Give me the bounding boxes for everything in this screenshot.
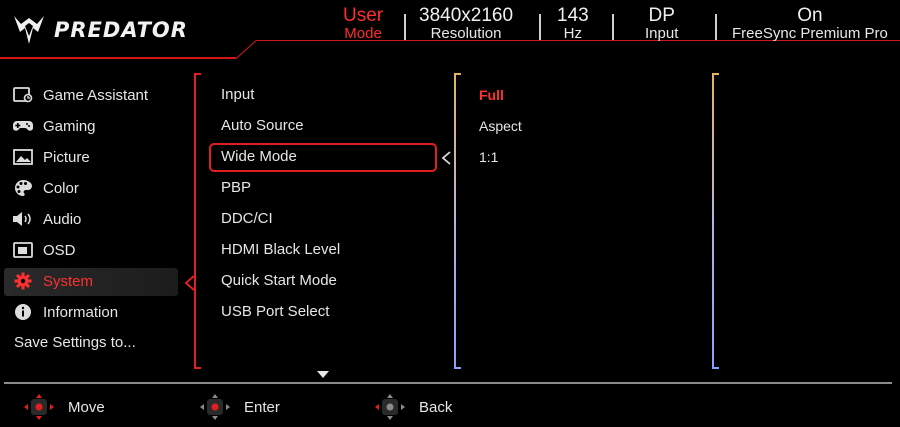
menu-item-information[interactable]: Information <box>12 303 118 321</box>
info-icon <box>12 303 34 321</box>
menu-item-label: Color <box>43 179 79 197</box>
submenu-item-quick-start-mode[interactable]: Quick Start Mode <box>221 272 337 289</box>
footer-back-label: Back <box>419 398 453 416</box>
picture-icon <box>12 148 34 166</box>
status-mode-value: User <box>343 5 384 26</box>
submenu-chevron-icon <box>441 151 451 165</box>
osd-icon <box>12 241 34 259</box>
status-separator <box>715 14 717 40</box>
submenu-left-bracket <box>194 73 201 369</box>
value-left-bracket <box>712 73 719 369</box>
submenu-item-ddc-ci[interactable]: DDC/CI <box>221 210 273 227</box>
dpad-back-icon <box>375 394 405 420</box>
options-left-bracket <box>454 73 461 369</box>
status-resolution: 3840x2160 Resolution <box>419 6 513 41</box>
gamepad-icon <box>12 117 34 135</box>
menu-item-picture[interactable]: Picture <box>12 148 90 166</box>
menu-item-system[interactable]: System <box>12 272 93 290</box>
footer-hint-move: Move <box>24 394 105 420</box>
menu-item-label: Picture <box>43 148 90 166</box>
scroll-down-arrow-icon[interactable] <box>316 370 330 379</box>
active-indicator-chevron-icon <box>184 275 195 291</box>
status-freesync-value: On <box>797 5 823 26</box>
predator-logo-text: PREDATOR <box>54 18 188 42</box>
menu-item-label: Audio <box>43 210 82 228</box>
menu-item-label: Information <box>43 303 119 321</box>
status-mode-label: Mode <box>344 25 382 42</box>
menu-item-gaming[interactable]: Gaming <box>12 117 96 135</box>
dpad-enter-icon <box>200 394 230 420</box>
option-full[interactable]: Full <box>479 87 504 103</box>
menu-item-game-assistant[interactable]: Game Assistant <box>12 86 148 104</box>
menu-item-color[interactable]: Color <box>12 179 79 197</box>
option-aspect[interactable]: Aspect <box>479 118 522 134</box>
menu-item-label: Save Settings to... <box>14 334 136 351</box>
palette-icon <box>12 179 34 197</box>
menu-item-save-settings[interactable]: Save Settings to... <box>14 334 136 351</box>
submenu-item-hdmi-black-level[interactable]: HDMI Black Level <box>221 241 340 258</box>
footer-hint-back: Back <box>375 394 452 420</box>
header-bar: PREDATOR User Mode 3840x2160 Resolution … <box>0 0 900 60</box>
status-freesync-label: FreeSync Premium Pro <box>732 25 888 42</box>
submenu-item-pbp[interactable]: PBP <box>221 179 251 196</box>
status-refresh-value: 143 <box>557 5 589 26</box>
status-refresh-label: Hz <box>563 25 583 42</box>
menu-item-label: System <box>43 272 94 290</box>
status-resolution-label: Resolution <box>430 25 502 42</box>
status-separator <box>539 14 541 40</box>
predator-logo: PREDATOR <box>12 14 188 46</box>
status-freesync: On FreeSync Premium Pro <box>732 6 888 41</box>
submenu-item-auto-source[interactable]: Auto Source <box>221 117 304 134</box>
footer-hint-enter: Enter <box>200 394 280 420</box>
submenu-item-usb-port-select[interactable]: USB Port Select <box>221 303 329 320</box>
dpad-move-icon <box>24 394 54 420</box>
option-1-1[interactable]: 1:1 <box>479 149 498 165</box>
status-resolution-value: 3840x2160 <box>419 5 514 26</box>
status-refresh: 143 Hz <box>557 6 589 41</box>
game-assistant-icon <box>12 86 34 104</box>
menu-item-label: OSD <box>43 241 76 259</box>
status-mode: User Mode <box>343 6 383 41</box>
status-input: DP Input <box>645 6 678 41</box>
footer-divider <box>4 382 892 384</box>
submenu-item-wide-mode[interactable]: Wide Mode <box>221 148 297 165</box>
footer-enter-label: Enter <box>244 398 280 416</box>
status-input-value: DP <box>648 5 675 26</box>
gear-icon <box>12 272 34 290</box>
predator-emblem-icon <box>14 16 44 44</box>
menu-item-label: Gaming <box>43 117 96 135</box>
menu-item-audio[interactable]: Audio <box>12 210 81 228</box>
submenu-item-input[interactable]: Input <box>221 86 254 103</box>
status-separator <box>404 14 406 40</box>
footer-move-label: Move <box>68 398 105 416</box>
status-separator <box>612 14 614 40</box>
menu-item-osd[interactable]: OSD <box>12 241 76 259</box>
status-input-label: Input <box>645 25 679 42</box>
menu-item-label: Game Assistant <box>43 86 149 104</box>
speaker-icon <box>12 210 34 228</box>
